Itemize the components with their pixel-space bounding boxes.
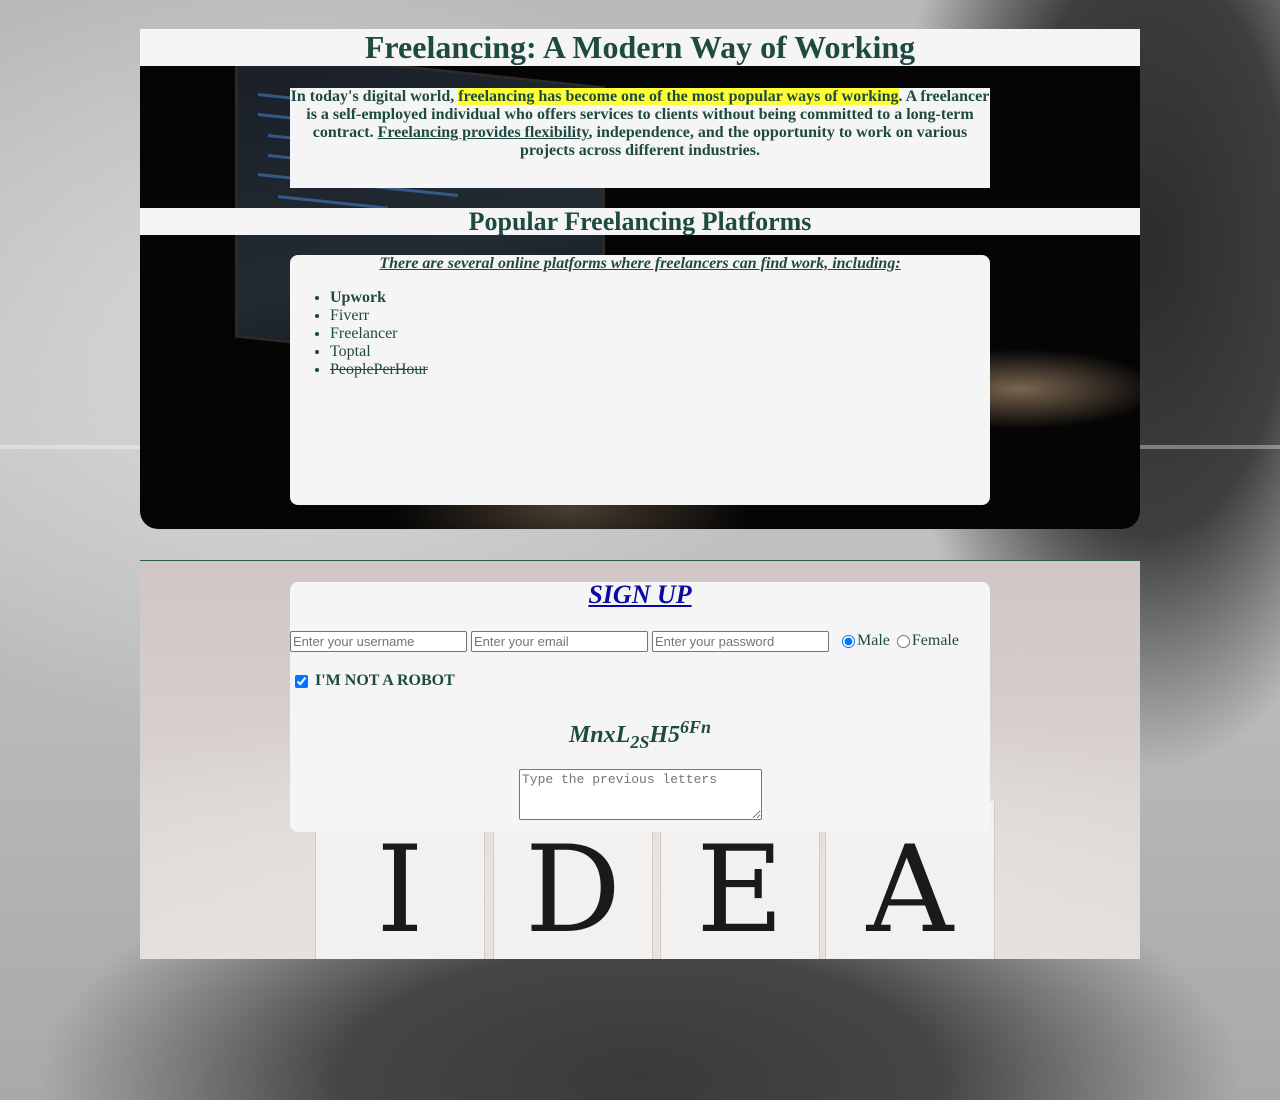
captcha-input[interactable]	[519, 769, 762, 820]
captcha-part-main: MnxL	[568, 722, 631, 748]
captcha-part-sub: 2S	[630, 731, 650, 752]
signup-section: I D E A SIGN UP Male Female I'M	[140, 560, 1140, 959]
password-input[interactable]	[652, 630, 829, 652]
signup-form: SIGN UP Male Female I'M NOT A ROBOT MnxL…	[290, 582, 990, 832]
platform-item-upwork: Upwork	[330, 289, 990, 307]
signup-fields-row: Male Female	[290, 630, 962, 652]
intro-paragraph: In today's digital world, freelancing ha…	[290, 88, 990, 160]
robot-check-row[interactable]: I'M NOT A ROBOT	[293, 672, 455, 690]
gender-male-radio[interactable]	[842, 634, 855, 648]
page-title-bar: Freelancing: A Modern Way of Working	[140, 29, 1140, 66]
intro-paragraph-box: In today's digital world, freelancing ha…	[290, 88, 990, 188]
robot-label: I'M NOT A ROBOT	[315, 672, 455, 689]
intro-highlight: freelancing has become one of the most p…	[458, 88, 899, 105]
background-block-letter: E	[696, 821, 784, 959]
intro-text-1: In today's digital world,	[290, 88, 459, 105]
background-block-letter: D	[524, 821, 622, 959]
gender-male-label: Male	[857, 632, 890, 649]
intro-underlined: Freelancing provides flexibility	[377, 124, 589, 141]
platform-item-fiverr: Fiverr	[330, 307, 990, 325]
page-title: Freelancing: A Modern Way of Working	[364, 29, 916, 65]
gender-male-option[interactable]: Male	[838, 632, 890, 651]
gender-female-label: Female	[911, 632, 959, 649]
platforms-heading-bar: Popular Freelancing Platforms	[140, 208, 1140, 235]
gender-radio-group: Male Female	[838, 632, 962, 651]
platform-item-freelancer: Freelancer	[330, 325, 990, 343]
platforms-heading: Popular Freelancing Platforms	[468, 207, 812, 236]
email-input[interactable]	[471, 630, 648, 652]
platform-item-peopleperhour: PeoplePerHour	[330, 361, 990, 379]
captcha-part-sup: 6Fn	[680, 717, 712, 737]
intro-section: Freelancing: A Modern Way of Working In …	[140, 29, 1140, 529]
platforms-list: Upwork Fiverr Freelancer Toptal PeoplePe…	[290, 289, 990, 379]
platforms-lead: There are several online platforms where…	[379, 255, 901, 272]
platforms-list-box: There are several online platforms where…	[290, 255, 990, 505]
captcha-part-mid: H5	[649, 722, 680, 748]
robot-checkbox[interactable]	[295, 674, 308, 688]
username-input[interactable]	[290, 630, 467, 652]
platform-item-toptal: Toptal	[330, 343, 990, 361]
captcha-text: MnxL2SH56Fn	[290, 712, 990, 757]
gender-female-option[interactable]: Female	[893, 632, 959, 651]
background-block-letter: I	[376, 821, 424, 959]
gender-female-radio[interactable]	[896, 634, 910, 648]
background-block-letter: A	[866, 821, 954, 959]
signup-title: SIGN UP	[290, 582, 990, 608]
signup-link[interactable]: SIGN UP	[588, 580, 691, 609]
